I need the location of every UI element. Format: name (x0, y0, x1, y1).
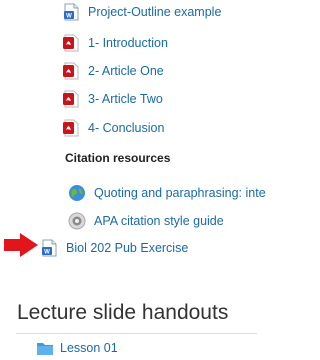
quoting-paraphrasing-label: Quoting and paraphrasing: inte (94, 186, 266, 200)
introduction-label: 1- Introduction (88, 36, 168, 50)
conclusion-label: 4- Conclusion (88, 121, 165, 135)
svg-text:W: W (44, 250, 50, 256)
apa-citation-link[interactable]: APA citation style guide (68, 212, 224, 230)
article-one-link[interactable]: 2- Article One (62, 62, 164, 80)
url-icon (68, 212, 86, 230)
red-arrow-icon (4, 233, 38, 257)
pdf-icon (63, 119, 79, 137)
conclusion-link[interactable]: 4- Conclusion (62, 119, 164, 137)
lecture-slide-handouts-heading: Lecture slide handouts (17, 301, 229, 324)
project-outline-link[interactable]: W Project-Outline example (62, 3, 221, 21)
apa-citation-label: APA citation style guide (94, 214, 224, 228)
pdf-icon (63, 90, 79, 108)
document-icon: W (42, 239, 57, 257)
document-icon: W (64, 3, 79, 21)
article-two-label: 3- Article Two (88, 92, 163, 106)
introduction-link[interactable]: 1- Introduction (62, 34, 168, 52)
lesson-01-link[interactable]: Lesson 01 (36, 339, 118, 357)
biol-202-pub-exercise-link[interactable]: W Biol 202 Pub Exercise (40, 239, 188, 257)
pdf-icon (63, 62, 79, 80)
url-globe-icon (69, 185, 85, 201)
section-divider (16, 333, 257, 334)
citation-resources-heading: Citation resources (65, 151, 171, 165)
article-two-link[interactable]: 3- Article Two (62, 90, 163, 108)
project-outline-label: Project-Outline example (88, 5, 222, 19)
pdf-icon (63, 34, 79, 52)
folder-icon (37, 343, 53, 355)
quoting-paraphrasing-link[interactable]: Quoting and paraphrasing: inte (68, 184, 266, 202)
lesson-01-label: Lesson 01 (60, 341, 118, 355)
svg-text:W: W (66, 14, 72, 20)
article-one-label: 2- Article One (88, 64, 164, 78)
biol-202-pub-exercise-label: Biol 202 Pub Exercise (66, 241, 189, 255)
